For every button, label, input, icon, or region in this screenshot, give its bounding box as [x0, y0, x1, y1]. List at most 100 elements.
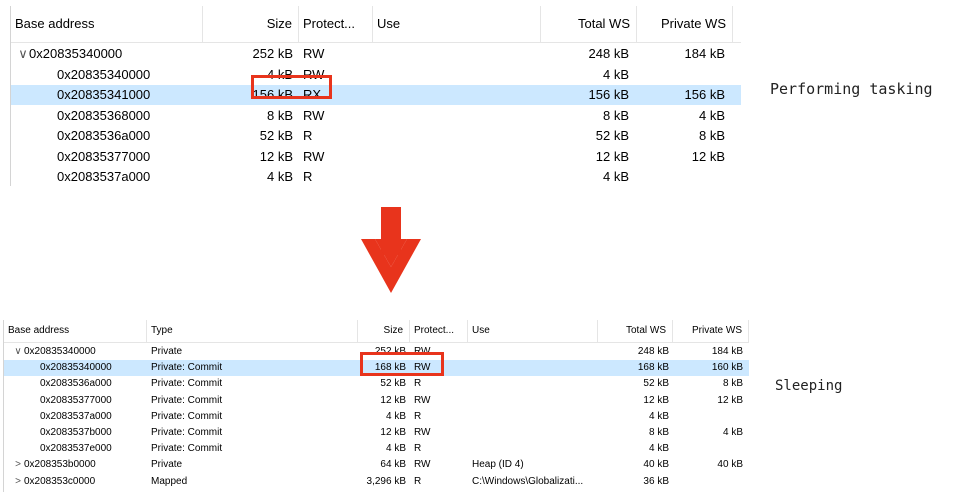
- cell-base-address: 0x2083536a000: [11, 126, 203, 146]
- cell-protect: R: [414, 475, 422, 487]
- down-arrow-icon: [361, 207, 421, 293]
- col-header-size[interactable]: Size: [203, 6, 299, 42]
- table-row[interactable]: 0x2083536a000 Private: Commit 52 kB R 52 kB 8…: [4, 376, 749, 392]
- cell-size: 4 kB: [266, 169, 293, 184]
- col-header-base-address[interactable]: Base address: [4, 320, 147, 342]
- table-row[interactable]: 0x2083537a000 Private: Commit 4 kB R 4 kB: [4, 409, 749, 425]
- cell-use: Heap (ID 4): [472, 459, 524, 471]
- table-row[interactable]: 0x20835377000 Private: Commit 12 kB RW 12 kB…: [4, 393, 749, 409]
- cell-total-ws: 248 kB: [588, 46, 629, 61]
- cell-total-ws: 248 kB: [637, 346, 669, 357]
- chevron-down-icon[interactable]: ∨: [12, 344, 24, 360]
- table-row[interactable]: 0x2083536a000 52 kB R 52 kB 8 kB: [11, 126, 741, 146]
- col-header-size[interactable]: Size: [358, 320, 410, 342]
- base-address-text: 0x20835340000: [29, 46, 123, 61]
- base-address-text: 0x2083537a000: [57, 169, 151, 184]
- cell-protect: R: [414, 443, 422, 455]
- table-row[interactable]: 0x20835368000 8 kB RW 8 kB 4 kB: [11, 106, 741, 126]
- base-address-text: 0x20835377000: [40, 394, 112, 406]
- table-row[interactable]: 0x20835340000 Private: Commit 168 kB RW 168 …: [4, 360, 749, 377]
- chevron-down-icon[interactable]: ∨: [17, 44, 29, 64]
- cell-base-address: 0x2083537b000: [4, 425, 147, 441]
- cell-type: Private: Commit: [151, 410, 223, 422]
- table-row[interactable]: 0x2083537e000 Private: Commit 4 kB R 4 kB: [4, 441, 749, 457]
- cell-total-ws: 4 kB: [602, 169, 629, 184]
- table-row[interactable]: >0x208353b0000 Private 64 kB RW Heap (ID 4) 4…: [4, 457, 749, 473]
- cell-type: Private: [151, 346, 183, 357]
- cell-total-ws: 36 kB: [643, 475, 669, 487]
- base-address-text: 0x20835340000: [40, 362, 112, 374]
- top-table-header: Base address Size Protect... Use Total W…: [11, 6, 741, 43]
- cell-size: 52 kB: [259, 128, 293, 143]
- cell-protect: RW: [414, 459, 431, 471]
- cell-protect: RW: [414, 362, 431, 374]
- cell-size: 12 kB: [380, 394, 406, 406]
- cell-size: 12 kB: [259, 148, 293, 164]
- base-address-text: 0x2083536a000: [40, 378, 112, 390]
- base-address-text: 0x20835368000: [57, 107, 151, 123]
- chevron-right-icon[interactable]: >: [12, 457, 24, 473]
- cell-base-address: 0x20835377000: [11, 147, 203, 167]
- cell-private-ws: 40 kB: [717, 459, 743, 471]
- cell-private-ws: 184 kB: [711, 346, 743, 357]
- cell-protect: RW: [414, 427, 431, 438]
- chevron-right-icon[interactable]: >: [12, 474, 24, 490]
- bottom-state-label: Sleeping: [775, 378, 843, 394]
- cell-protect: RW: [414, 346, 431, 357]
- table-row[interactable]: ∨0x20835340000 252 kB RW 248 kB 184 kB: [11, 44, 741, 64]
- col-header-total-ws[interactable]: Total WS: [598, 320, 673, 342]
- cell-private-ws: 184 kB: [684, 46, 725, 61]
- cell-size: 156 kB: [252, 87, 293, 102]
- cell-type: Private: Commit: [151, 362, 223, 374]
- cell-total-ws: 52 kB: [595, 128, 629, 143]
- table-row[interactable]: ∨ 0x20835340000 Private 252 kB RW 248 kB 184 k…: [4, 344, 749, 360]
- base-address-text: 0x2083536a000: [57, 128, 151, 143]
- cell-base-address: >0x208353c0000: [4, 474, 147, 490]
- table-row[interactable]: 0x20835341000 156 kB RX 156 kB 156 kB: [11, 85, 741, 105]
- cell-private-ws: 8 kB: [722, 378, 743, 390]
- col-header-protection[interactable]: Protect...: [410, 320, 468, 342]
- cell-type: Private: Commit: [151, 427, 223, 438]
- base-address-text: 0x20835340000: [57, 66, 151, 82]
- col-header-type[interactable]: Type: [147, 320, 358, 342]
- table-row[interactable]: 0x2083537b000 Private: Commit 12 kB RW 8 kB 4…: [4, 425, 749, 441]
- cell-type: Private: Commit: [151, 378, 223, 390]
- cell-base-address: ∨0x20835340000: [4, 344, 147, 360]
- col-header-protection[interactable]: Protect...: [299, 6, 373, 42]
- table-row[interactable]: >0x208353c0000 Mapped 3,296 kB R C:\Windows\…: [4, 474, 749, 490]
- bottom-table-header: Base address Type Size Protect... Use To…: [4, 320, 749, 343]
- base-address-text: 0x2083537b000: [40, 427, 112, 438]
- cell-total-ws: 4 kB: [602, 66, 629, 82]
- cell-size: 52 kB: [380, 378, 406, 390]
- col-header-use[interactable]: Use: [373, 6, 541, 42]
- cell-base-address: 0x20835377000: [4, 393, 147, 409]
- cell-private-ws: 12 kB: [691, 148, 725, 164]
- cell-size: 4 kB: [385, 410, 406, 422]
- cell-protect: R: [303, 169, 313, 184]
- cell-base-address: 0x20835368000: [11, 106, 203, 126]
- cell-type: Private: Commit: [151, 394, 223, 406]
- cell-type: Mapped: [151, 475, 188, 487]
- table-row[interactable]: 0x20835340000 4 kB RW 4 kB: [11, 65, 741, 85]
- top-state-label: Performing tasking: [770, 80, 933, 98]
- table-row[interactable]: 0x20835377000 12 kB RW 12 kB 12 kB: [11, 147, 741, 167]
- cell-protect: R: [414, 410, 422, 422]
- cell-base-address: 0x20835341000: [11, 85, 203, 105]
- cell-protect: R: [303, 128, 313, 143]
- col-header-private-ws[interactable]: Private WS: [637, 6, 733, 42]
- base-address-text: 0x20835341000: [57, 87, 151, 102]
- col-header-use[interactable]: Use: [468, 320, 598, 342]
- col-header-total-ws[interactable]: Total WS: [541, 6, 637, 42]
- top-memory-table: Base address Size Protect... Use Total W…: [10, 6, 741, 186]
- cell-type: Private: Commit: [151, 443, 223, 455]
- cell-base-address: 0x2083537a000: [4, 409, 147, 425]
- cell-use: C:\Windows\Globalizati...: [472, 475, 584, 487]
- cell-size: 3,296 kB: [366, 475, 406, 487]
- col-header-private-ws[interactable]: Private WS: [673, 320, 749, 342]
- cell-private-ws: 4 kB: [698, 107, 725, 123]
- table-row[interactable]: 0x2083537a000 4 kB R 4 kB: [11, 167, 741, 187]
- base-address-text: 0x20835377000: [57, 148, 151, 164]
- col-header-base-address[interactable]: Base address: [11, 6, 203, 42]
- cell-total-ws: 4 kB: [648, 410, 669, 422]
- cell-total-ws: 156 kB: [588, 87, 629, 102]
